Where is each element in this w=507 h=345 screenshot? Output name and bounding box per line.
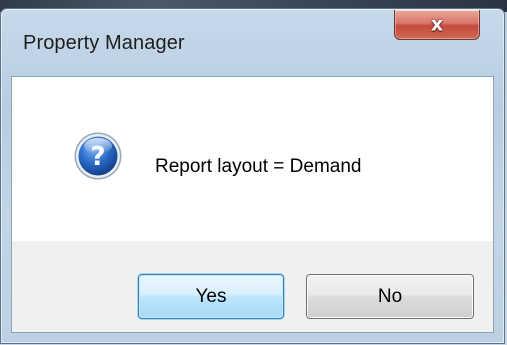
yes-button[interactable]: Yes xyxy=(138,274,284,319)
no-button[interactable]: No xyxy=(306,274,474,319)
title-bar[interactable]: Property Manager x xyxy=(1,9,504,67)
no-button-label: No xyxy=(377,285,403,307)
close-button[interactable]: x xyxy=(394,10,480,40)
yes-button-label: Yes xyxy=(195,285,227,307)
window-title: Property Manager xyxy=(23,32,185,54)
close-icon: x xyxy=(430,13,444,36)
dialog-client-area: ? Report layout = Demand Yes No xyxy=(11,76,494,333)
svg-text:?: ? xyxy=(90,142,105,172)
message-dialog: Property Manager x ? Report layout = Dem… xyxy=(0,8,505,344)
question-icon: ? xyxy=(74,132,122,180)
message-text: Report layout = Demand xyxy=(155,156,362,177)
message-area: ? Report layout = Demand xyxy=(12,77,493,241)
